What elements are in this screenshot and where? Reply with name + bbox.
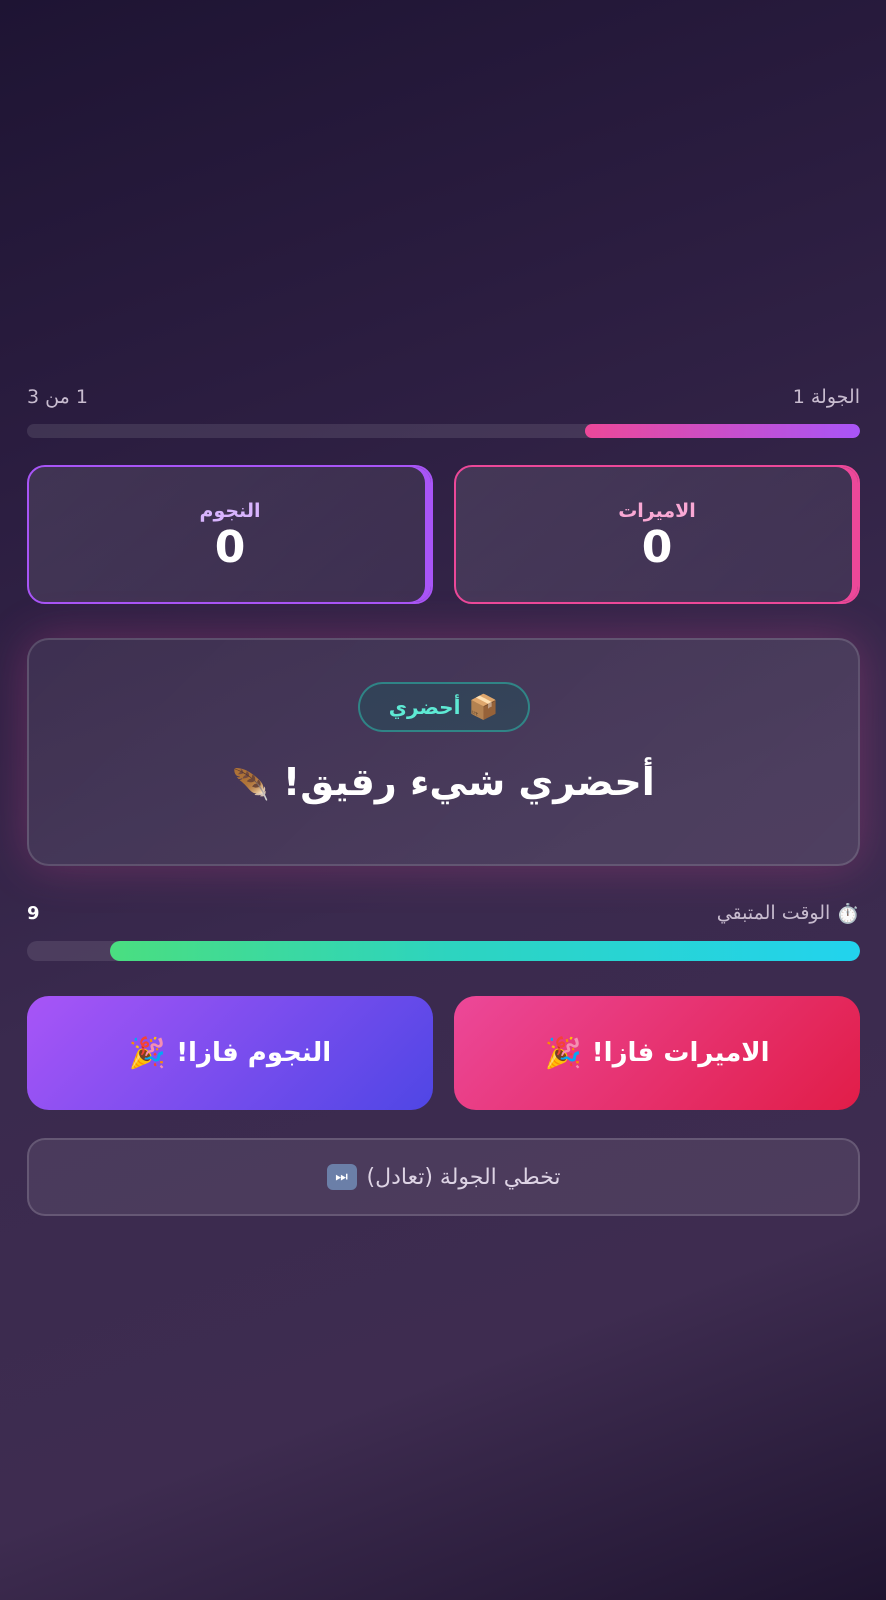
fast-forward-icon: ⏭: [326, 1164, 357, 1190]
round-label: الجولة 1: [792, 386, 860, 408]
package-icon: 📦: [468, 693, 499, 721]
princesses-win-label: الاميرات فازا!: [591, 1038, 770, 1068]
princesses-score: 0: [641, 521, 673, 573]
princesses-team-name: الاميرات: [618, 499, 696, 522]
feather-icon: 🪶: [232, 768, 270, 803]
round-counter: 1 من 3: [27, 386, 88, 408]
princesses-win-button[interactable]: الاميرات فازا! 🎉: [454, 996, 860, 1110]
challenge-card: 📦 أحضري أحضري شيء رقيق! 🪶: [27, 638, 860, 866]
stars-score-card: النجوم 0: [27, 465, 433, 604]
stars-win-label: النجوم فازا!: [176, 1038, 332, 1068]
timer-label-group: ⏱️ الوقت المتبقي: [717, 902, 860, 925]
round-progress-fill: [585, 424, 860, 438]
timer-progress-bar: [27, 941, 860, 961]
timer-label: الوقت المتبقي: [716, 902, 831, 924]
category-badge: 📦 أحضري: [357, 682, 530, 732]
party-popper-icon: 🎉: [544, 1035, 582, 1071]
challenge-text-content: أحضري شيء رقيق!: [282, 760, 655, 804]
stars-win-button[interactable]: النجوم فازا! 🎉: [27, 996, 433, 1110]
timer-value: 9: [27, 902, 40, 924]
skip-round-button[interactable]: تخطي الجولة (تعادل) ⏭: [27, 1138, 860, 1216]
stars-team-name: النجوم: [199, 499, 261, 522]
stopwatch-icon: ⏱️: [836, 902, 860, 925]
princesses-score-card: الاميرات 0: [454, 465, 860, 604]
timer-header: ⏱️ الوقت المتبقي 9: [27, 896, 860, 930]
timer-progress-fill: [110, 941, 860, 961]
challenge-text: أحضري شيء رقيق! 🪶: [29, 760, 858, 804]
game-screen: الجولة 1 1 من 3 الاميرات 0 النجوم 0 📦 أح…: [27, 0, 860, 1600]
skip-round-label: تخطي الجولة (تعادل): [366, 1164, 561, 1190]
party-popper-icon: 🎉: [128, 1035, 167, 1071]
round-progress-bar: [27, 424, 860, 438]
category-label: أحضري: [388, 695, 461, 719]
stars-score: 0: [214, 521, 246, 573]
round-header: الجولة 1 1 من 3: [27, 382, 860, 412]
